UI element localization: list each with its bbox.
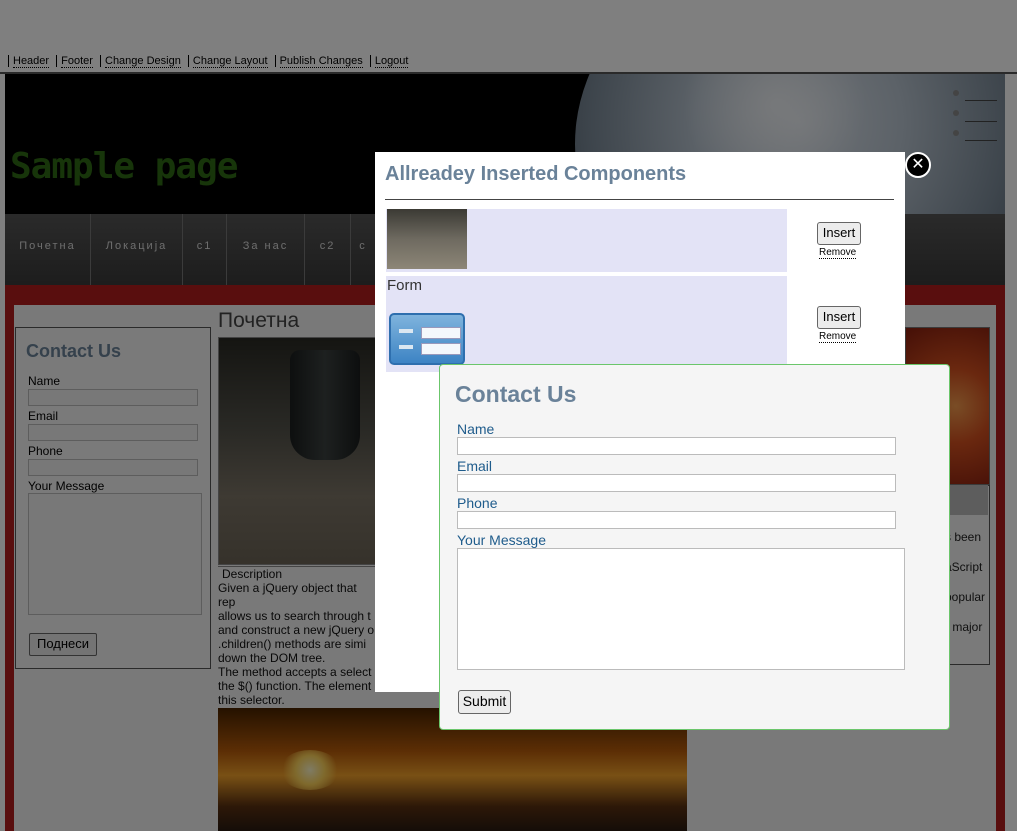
contact-popup-title: Contact Us — [455, 381, 577, 407]
modal-divider — [385, 199, 894, 200]
modal-title: Allreadey Inserted Components — [385, 163, 687, 185]
phone-label: Phone — [457, 495, 498, 511]
name-label: Name — [457, 421, 495, 437]
form-thumbnail-icon — [389, 313, 465, 365]
insert-button[interactable]: Insert — [817, 306, 861, 329]
email-input[interactable] — [457, 474, 896, 492]
message-label: Your Message — [457, 532, 546, 548]
close-icon[interactable]: ✕ — [905, 152, 931, 178]
insert-button[interactable]: Insert — [817, 222, 861, 245]
email-label: Email — [457, 458, 493, 474]
remove-link[interactable]: Remove — [819, 331, 857, 343]
name-input[interactable] — [457, 437, 896, 455]
component-thumbnail-image — [387, 209, 467, 269]
remove-link[interactable]: Remove — [819, 247, 857, 259]
message-textarea[interactable] — [457, 548, 905, 670]
component-label: Form — [387, 277, 422, 294]
submit-button[interactable]: Submit — [458, 690, 511, 714]
phone-input[interactable] — [457, 511, 896, 529]
